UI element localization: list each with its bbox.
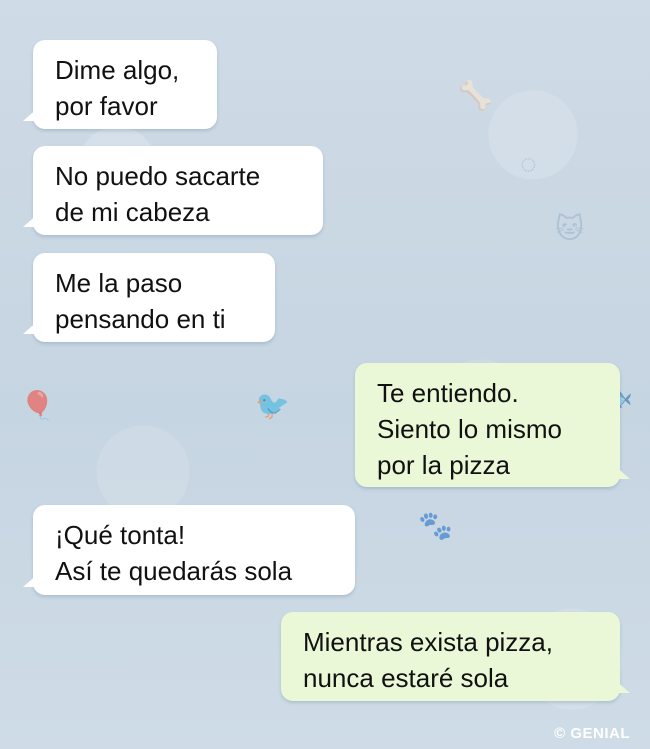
cat-icon: 🐱 [555, 213, 585, 244]
message-bubble-4: Te entiendo. Siento lo mismo por la pizz… [355, 363, 630, 487]
message-line: por la pizza [377, 450, 510, 480]
copyright-watermark: © GENIAL [554, 725, 630, 742]
message-line: Te entiendo. [377, 378, 519, 408]
message-bubble-3: Me la paso pensando en ti [23, 253, 275, 342]
message-bubble-1: Dime algo, por favor [23, 40, 217, 129]
message-bubble-6: Mientras exista pizza, nunca estaré sola [281, 612, 630, 701]
message-line: Dime algo, [55, 55, 180, 85]
message-line: Así te quedarás sola [55, 556, 293, 586]
message-line: de mi cabeza [55, 197, 210, 227]
message-line: Siento lo mismo [377, 414, 562, 444]
balloon-icon: 🎈 [20, 390, 55, 421]
message-line: pensando en ti [55, 304, 226, 334]
message-bubble-5: ¡Qué tonta! Así te quedarás sola [23, 505, 355, 595]
message-line: nunca estaré sola [303, 663, 509, 693]
bone-icon: 🦴 [458, 80, 493, 111]
ball-icon: ◌ [520, 148, 537, 179]
message-bubble-2: No puedo sacarte de mi cabeza [23, 146, 323, 235]
message-line: Me la paso [55, 268, 183, 298]
message-line: por favor [55, 91, 158, 121]
message-line: No puedo sacarte [55, 161, 261, 191]
bird-icon: 🐦 [255, 390, 290, 421]
paw-icon: 🐾 [418, 510, 453, 541]
message-line: Mientras exista pizza, [303, 627, 553, 657]
message-line: ¡Qué tonta! [55, 520, 186, 550]
